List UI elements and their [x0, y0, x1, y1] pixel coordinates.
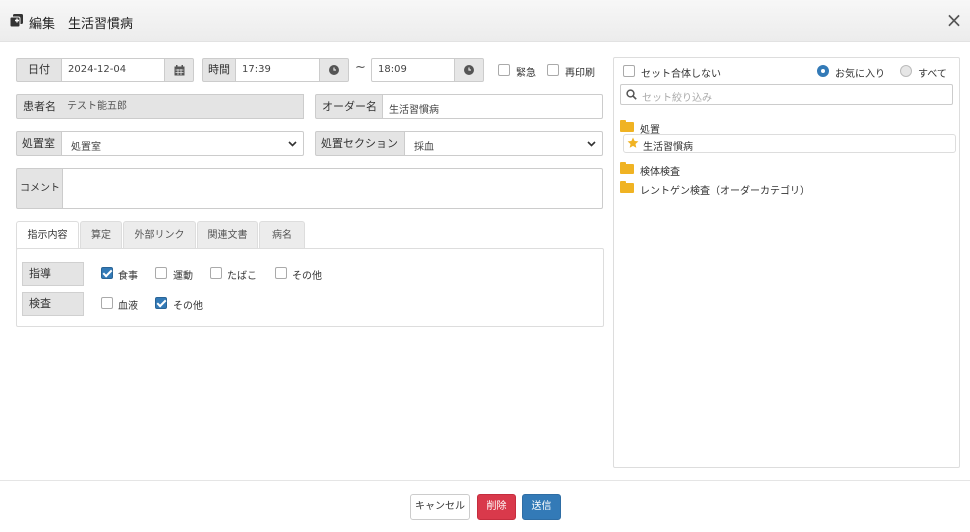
clock-icon — [464, 65, 474, 75]
room-select-value: 処置室 — [71, 142, 101, 153]
guidance-exercise-checkbox[interactable] — [155, 267, 167, 279]
comment-label: コメント — [16, 168, 63, 209]
urgent-checkbox[interactable] — [498, 64, 510, 76]
tab-disease-name[interactable]: 病名 — [259, 221, 305, 248]
test-other-label: その他 — [173, 301, 203, 312]
section-select-value: 採血 — [414, 142, 434, 153]
tree-item-lifestyle-disease[interactable]: 生活習慣病 — [623, 134, 956, 153]
chevron-down-icon — [587, 141, 596, 147]
time-to-field[interactable]: 18:09 — [371, 58, 455, 82]
patient-value: テスト能五郎 — [67, 101, 127, 112]
room-select[interactable]: 処置室 — [61, 131, 304, 156]
test-label: 検査 — [22, 292, 84, 316]
time-from-field[interactable]: 17:39 — [235, 58, 320, 82]
reprint-label: 再印刷 — [565, 68, 595, 79]
guidance-tobacco-checkbox[interactable] — [210, 267, 222, 279]
guidance-exercise-label: 運動 — [173, 271, 193, 282]
no-merge-label: セット合体しない — [641, 69, 721, 80]
calendar-button[interactable] — [164, 58, 194, 82]
time-to-value: 18:09 — [378, 64, 407, 75]
tree-item-label: 生活習慣病 — [643, 142, 693, 153]
tab-related-docs[interactable]: 関連文書 — [197, 221, 258, 248]
guidance-meal-label: 食事 — [118, 271, 138, 282]
dialog-titlebar: 編集 生活習慣病 × — [0, 0, 970, 42]
set-filter-placeholder: セット絞り込み — [642, 93, 712, 104]
folder-icon — [620, 120, 634, 132]
search-icon — [626, 89, 637, 100]
date-label: 日付 — [16, 58, 62, 82]
urgent-label: 緊急 — [516, 68, 536, 79]
tree-folder-xray[interactable]: レントゲン検査（オーダーカテゴリ） — [640, 182, 810, 197]
set-panel — [613, 57, 960, 468]
date-field[interactable]: 2024-12-04 — [61, 58, 165, 82]
delete-button[interactable]: 削除 — [477, 494, 516, 520]
clock-icon — [329, 65, 339, 75]
cancel-button[interactable]: キャンセル — [410, 494, 470, 520]
guidance-other-checkbox[interactable] — [275, 267, 287, 279]
room-label: 処置室 — [16, 131, 62, 156]
guidance-label: 指導 — [22, 262, 84, 286]
time-from-value: 17:39 — [242, 64, 271, 75]
all-radio[interactable] — [900, 65, 912, 77]
favorite-label: お気に入り — [835, 69, 885, 80]
order-label: オーダー名 — [315, 94, 383, 119]
copy-icon — [10, 14, 23, 27]
all-label: すべて — [918, 69, 947, 80]
time-label: 時間 — [202, 58, 236, 82]
order-value: 生活習慣病 — [389, 105, 439, 116]
tab-instructions[interactable]: 指示内容 — [16, 221, 79, 249]
tree-folder-specimen[interactable]: 検体検査 — [640, 163, 680, 178]
order-name-input[interactable]: 生活習慣病 — [382, 94, 603, 119]
patient-label: 患者名 — [23, 100, 56, 113]
time-separator: ~ — [355, 60, 366, 75]
folder-icon — [620, 181, 634, 193]
favorite-radio[interactable] — [817, 65, 829, 77]
star-icon — [627, 137, 639, 148]
reprint-checkbox[interactable] — [547, 64, 559, 76]
send-button[interactable]: 送信 — [522, 494, 561, 520]
guidance-meal-checkbox[interactable] — [101, 267, 113, 279]
no-merge-checkbox[interactable] — [623, 65, 635, 77]
test-other-checkbox[interactable] — [155, 297, 167, 309]
section-select[interactable]: 採血 — [404, 131, 603, 156]
calendar-icon — [174, 64, 184, 75]
test-blood-label: 血液 — [118, 301, 138, 312]
dialog-title: 編集 生活習慣病 — [29, 17, 134, 32]
time-to-button[interactable] — [454, 58, 484, 82]
folder-icon — [620, 162, 634, 174]
guidance-other-label: その他 — [292, 271, 322, 282]
patient-name-field: 患者名 テスト能五郎 — [16, 94, 304, 119]
time-from-button[interactable] — [319, 58, 349, 82]
tab-external-links[interactable]: 外部リンク — [123, 221, 196, 248]
section-label: 処置セクション — [315, 131, 405, 156]
guidance-tobacco-label: たばこ — [227, 271, 257, 282]
tab-content-panel — [16, 248, 604, 327]
tab-calculation[interactable]: 算定 — [80, 221, 122, 248]
chevron-down-icon — [288, 141, 297, 147]
date-value: 2024-12-04 — [68, 64, 127, 75]
close-icon[interactable]: × — [944, 9, 964, 31]
test-blood-checkbox[interactable] — [101, 297, 113, 309]
comment-textarea[interactable] — [62, 168, 603, 209]
set-filter-input[interactable]: セット絞り込み — [620, 84, 953, 105]
